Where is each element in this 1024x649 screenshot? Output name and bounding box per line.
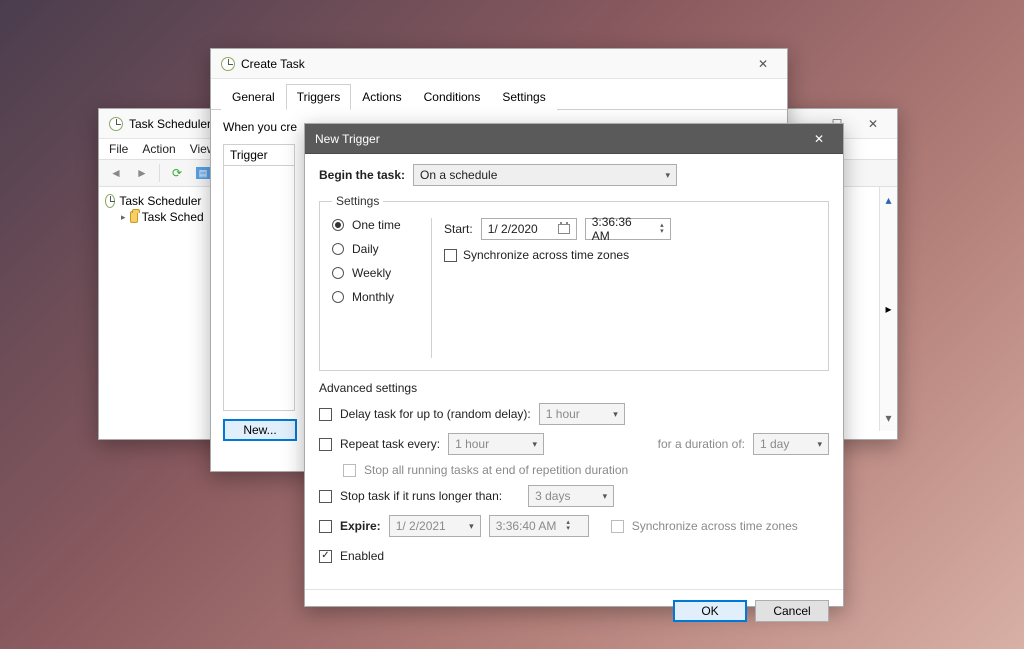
begin-task-value: On a schedule [420,168,497,182]
trigger-column-header: Trigger [223,144,295,165]
delay-value-select[interactable]: 1 hour ▾ [539,403,625,425]
close-button[interactable]: ✕ [745,50,781,78]
stop-longer-select[interactable]: 3 days ▾ [528,485,614,507]
titlebar[interactable]: New Trigger ✕ [305,124,843,154]
back-button[interactable]: ◄ [105,162,127,184]
settings-group: Settings One time Daily Weekly [319,194,829,371]
checkbox-icon [444,249,457,262]
expire-time-input[interactable]: 3:36:40 AM ▴▾ [489,515,589,537]
chevron-down-icon: ▾ [817,439,822,450]
repeat-duration-label: for a duration of: [658,437,745,451]
new-trigger-dialog: New Trigger ✕ Begin the task: On a sched… [304,123,844,607]
stop-longer-checkbox[interactable] [319,490,332,503]
app-icon [221,57,235,71]
expire-label: Expire: [340,519,381,533]
expire-sync-checkbox [611,520,624,533]
clock-icon [105,194,115,208]
menu-file[interactable]: File [109,142,128,156]
repeat-duration-select[interactable]: 1 day ▾ [753,433,829,455]
radio-icon [332,243,344,255]
chevron-down-icon: ▾ [469,521,474,532]
menu-action[interactable]: Action [142,142,175,156]
expire-date-input[interactable]: 1/ 2/2021 ▾ [389,515,481,537]
tab-triggers[interactable]: Triggers [286,84,352,110]
close-button[interactable]: ✕ [801,125,837,153]
start-time-input[interactable]: 3:36:36 AM ▴▾ [585,218,671,240]
calendar-icon [558,224,570,234]
recurrence-one-time[interactable]: One time [332,218,421,232]
close-button[interactable]: ✕ [855,110,891,138]
enabled-checkbox[interactable] [319,550,332,563]
forward-button[interactable]: ► [131,162,153,184]
tree-root-label: Task Scheduler (Local) [119,194,204,208]
stop-all-label: Stop all running tasks at end of repetit… [364,463,628,477]
tab-conditions[interactable]: Conditions [413,84,492,110]
recurrence-monthly[interactable]: Monthly [332,290,421,304]
tab-actions[interactable]: Actions [351,84,412,110]
begin-task-label: Begin the task: [319,168,405,182]
expire-checkbox[interactable] [319,520,332,533]
tree-root[interactable]: Task Scheduler (Local) [103,193,206,209]
dialog-title: New Trigger [315,132,380,146]
repeat-checkbox[interactable] [319,438,332,451]
cancel-button[interactable]: Cancel [755,600,829,622]
begin-task-select[interactable]: On a schedule ▾ [413,164,677,186]
chevron-down-icon: ▾ [533,439,538,450]
radio-icon [332,219,344,231]
titlebar[interactable]: Create Task ✕ [211,49,787,79]
radio-icon [332,267,344,279]
app-icon [109,117,123,131]
enabled-label: Enabled [340,549,384,563]
nav-tree: Task Scheduler (Local) ▸ Task Scheduler … [99,187,211,431]
start-date-input[interactable]: 1/ 2/2020 [481,218,577,240]
trigger-list[interactable] [223,165,295,411]
tabstrip: General Triggers Actions Conditions Sett… [211,83,787,110]
radio-icon [332,291,344,303]
tab-settings[interactable]: Settings [491,84,556,110]
expire-sync-label: Synchronize across time zones [632,519,798,533]
spinner-icon[interactable]: ▴▾ [660,223,664,235]
delay-checkbox[interactable] [319,408,332,421]
recurrence-weekly[interactable]: Weekly [332,266,421,280]
scrollbar[interactable] [877,191,893,427]
tab-general[interactable]: General [221,84,286,110]
chevron-down-icon: ▾ [665,170,670,181]
stop-all-checkbox [343,464,356,477]
new-trigger-button[interactable]: New... [223,419,297,441]
chevron-down-icon: ▾ [603,491,608,502]
settings-legend: Settings [332,194,383,208]
spinner-icon: ▴▾ [566,520,570,532]
repeat-value-select[interactable]: 1 hour ▾ [448,433,544,455]
ok-button[interactable]: OK [673,600,747,622]
chevron-down-icon: ▾ [613,409,618,420]
refresh-button[interactable]: ⟳ [166,162,188,184]
folder-icon [130,211,138,223]
start-label: Start: [444,222,473,236]
window-title: Task Scheduler [129,117,211,131]
toolbar-divider [159,164,160,182]
stop-longer-label: Stop task if it runs longer than: [340,489,502,503]
expand-icon[interactable]: ▸ [121,212,126,223]
repeat-label: Repeat task every: [340,437,440,451]
advanced-settings-label: Advanced settings [319,381,829,395]
window-title: Create Task [241,57,305,71]
recurrence-daily[interactable]: Daily [332,242,421,256]
tree-library-label: Task Scheduler Library [142,210,204,224]
tree-library[interactable]: ▸ Task Scheduler Library [103,209,206,225]
sync-timezones-checkbox[interactable]: Synchronize across time zones [444,248,629,262]
delay-label: Delay task for up to (random delay): [340,407,531,421]
